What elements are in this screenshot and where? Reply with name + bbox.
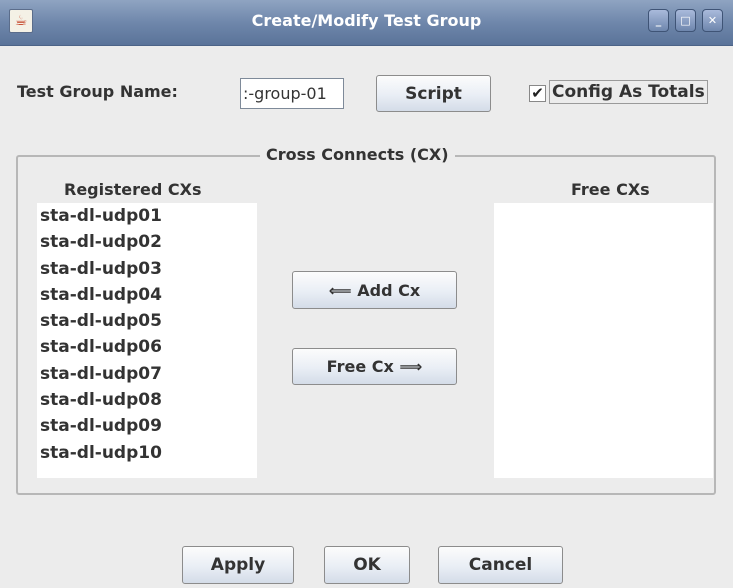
list-item[interactable]: sta-dl-udp06 bbox=[37, 334, 257, 360]
free-cxs-heading: Free CXs bbox=[571, 180, 650, 199]
registered-cxs-heading: Registered CXs bbox=[64, 180, 202, 199]
list-item[interactable]: sta-dl-udp09 bbox=[37, 413, 257, 439]
registered-cx-list[interactable]: sta-dl-udp01 sta-dl-udp02 sta-dl-udp03 s… bbox=[37, 203, 257, 478]
window-title: Create/Modify Test Group bbox=[251, 11, 482, 30]
list-item[interactable]: sta-dl-udp03 bbox=[37, 256, 257, 282]
close-icon[interactable]: ✕ bbox=[702, 9, 723, 32]
ok-button[interactable]: OK bbox=[324, 546, 410, 584]
title-bar: ☕ Create/Modify Test Group _ □ ✕ bbox=[0, 0, 733, 46]
test-group-name-input[interactable]: :-group-01 bbox=[240, 78, 344, 109]
list-item[interactable]: sta-dl-udp05 bbox=[37, 308, 257, 334]
list-item[interactable]: sta-dl-udp04 bbox=[37, 282, 257, 308]
cancel-button[interactable]: Cancel bbox=[438, 546, 563, 584]
list-item[interactable]: sta-dl-udp08 bbox=[37, 387, 257, 413]
minimize-icon[interactable]: _ bbox=[648, 9, 669, 32]
script-button[interactable]: Script bbox=[376, 75, 491, 112]
add-cx-button[interactable]: ⟸ Add Cx bbox=[292, 271, 457, 309]
list-item[interactable]: sta-dl-udp01 bbox=[37, 203, 257, 229]
list-item[interactable]: sta-dl-udp10 bbox=[37, 440, 257, 466]
list-item[interactable]: sta-dl-udp07 bbox=[37, 361, 257, 387]
free-cx-list[interactable] bbox=[494, 203, 713, 478]
config-as-totals-label[interactable]: Config As Totals bbox=[549, 80, 708, 104]
maximize-icon[interactable]: □ bbox=[675, 9, 696, 32]
free-cx-button[interactable]: Free Cx ⟹ bbox=[292, 348, 457, 385]
list-item[interactable]: sta-dl-udp02 bbox=[37, 229, 257, 255]
cross-connects-title: Cross Connects (CX) bbox=[260, 145, 455, 164]
config-as-totals-checkbox[interactable]: ✔ bbox=[529, 85, 546, 102]
test-group-name-label: Test Group Name: bbox=[17, 82, 178, 101]
apply-button[interactable]: Apply bbox=[182, 546, 294, 584]
